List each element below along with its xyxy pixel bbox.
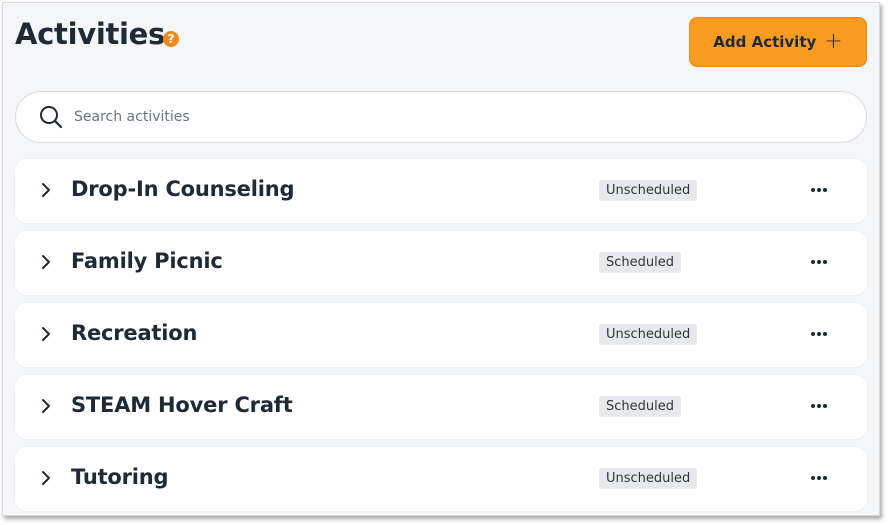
more-options-icon[interactable] — [805, 469, 833, 487]
activity-name: Drop-In Counseling — [71, 177, 295, 201]
activity-row[interactable]: Tutoring Unscheduled — [15, 447, 867, 511]
activity-name: Recreation — [71, 321, 198, 345]
status-badge: Unscheduled — [599, 468, 698, 489]
chevron-right-icon[interactable] — [37, 253, 55, 271]
chevron-right-icon[interactable] — [37, 469, 55, 487]
search-bar[interactable] — [15, 91, 867, 143]
activity-name: STEAM Hover Craft — [71, 393, 293, 417]
page-title: Activities — [15, 17, 166, 51]
add-activity-button[interactable]: Add Activity + — [689, 17, 867, 67]
chevron-right-icon[interactable] — [37, 181, 55, 199]
status-badge: Unscheduled — [599, 180, 698, 201]
activities-panel: Activities ? Add Activity + Drop-In Coun… — [2, 2, 880, 516]
activity-row[interactable]: STEAM Hover Craft Scheduled — [15, 375, 867, 439]
activity-row[interactable]: Drop-In Counseling Unscheduled — [15, 159, 867, 223]
search-input[interactable] — [72, 108, 836, 126]
status-badge: Scheduled — [599, 396, 681, 417]
plus-icon: + — [824, 29, 843, 54]
activity-list: Drop-In Counseling Unscheduled Family Pi… — [15, 159, 867, 515]
activity-row[interactable]: Family Picnic Scheduled — [15, 231, 867, 295]
more-options-icon[interactable] — [805, 253, 833, 271]
activity-name: Family Picnic — [71, 249, 223, 273]
help-icon[interactable]: ? — [163, 31, 179, 47]
add-activity-label: Add Activity — [713, 33, 817, 51]
more-options-icon[interactable] — [805, 325, 833, 343]
more-options-icon[interactable] — [805, 397, 833, 415]
chevron-right-icon[interactable] — [37, 397, 55, 415]
activity-name: Tutoring — [71, 465, 169, 489]
chevron-right-icon[interactable] — [37, 325, 55, 343]
more-options-icon[interactable] — [805, 181, 833, 199]
status-badge: Scheduled — [599, 252, 681, 273]
status-badge: Unscheduled — [599, 324, 698, 345]
activity-row[interactable]: Recreation Unscheduled — [15, 303, 867, 367]
search-icon — [40, 106, 63, 129]
